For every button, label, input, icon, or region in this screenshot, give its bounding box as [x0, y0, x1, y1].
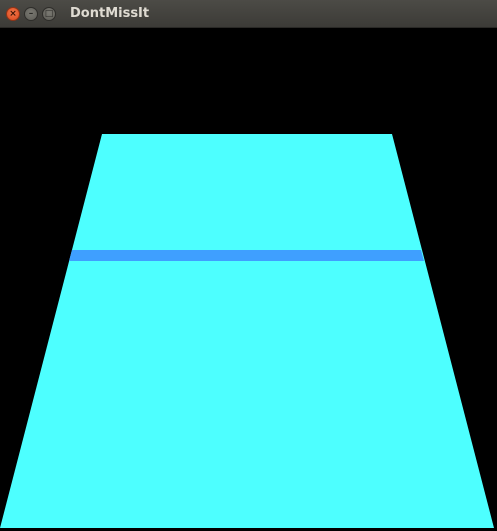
app-window: × – □ DontMissIt — [0, 0, 497, 531]
game-scene — [0, 28, 497, 531]
title-bar[interactable]: × – □ DontMissIt — [0, 0, 497, 28]
close-icon[interactable]: × — [6, 7, 20, 21]
minimize-icon[interactable]: – — [24, 7, 38, 21]
window-title: DontMissIt — [70, 6, 150, 21]
maximize-icon[interactable]: □ — [42, 7, 56, 21]
moving-bar — [69, 250, 424, 261]
game-canvas[interactable] — [0, 28, 497, 531]
